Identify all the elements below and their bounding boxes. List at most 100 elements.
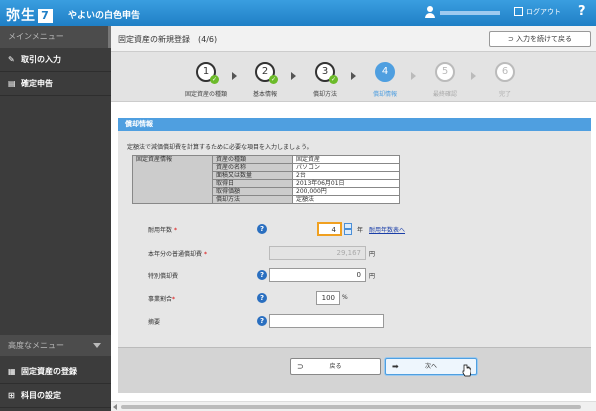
step-6: 6 完了: [477, 52, 533, 102]
business-ratio-row: 事業割合* ? 100 %: [118, 290, 591, 306]
user-icon[interactable]: [425, 6, 435, 18]
step-label: 固定資産の種類: [184, 91, 227, 98]
horizontal-scrollbar[interactable]: [111, 401, 596, 411]
useful-life-spinner[interactable]: [344, 223, 352, 235]
return-button[interactable]: ⊃ 入力を続けて戻る: [489, 31, 591, 47]
top-bar: 弥生 7 やよいの白色申告 ログアウト ?: [0, 0, 596, 26]
info-value: 2013年06月01日: [292, 179, 400, 188]
page-header: 固定資産の新規登録 (4/6) ⊃ 入力を続けて戻る: [111, 26, 596, 52]
useful-life-input[interactable]: 4: [317, 222, 342, 236]
sidebar-advanced-label: 高度なメニュー: [8, 341, 64, 350]
info-value: 固定資産: [292, 155, 400, 164]
scroll-thumb[interactable]: [121, 405, 581, 409]
special-depreciation-input[interactable]: 0: [269, 268, 366, 282]
info-value: 定額法: [292, 195, 400, 204]
scroll-left-icon[interactable]: [113, 404, 117, 410]
page-title: 固定資産の新規登録 (4/6): [118, 35, 218, 44]
step-number: 5: [435, 62, 455, 82]
help-icon[interactable]: ?: [257, 293, 267, 303]
help-icon[interactable]: ?: [257, 224, 267, 234]
panel-footer: ⊃ 戻る ➡ 次へ: [118, 347, 591, 393]
useful-life-table-link[interactable]: 耐用年数表へ: [369, 225, 405, 234]
special-depreciation-unit: 円: [369, 273, 376, 280]
info-value: 200,000円: [292, 187, 400, 196]
required-mark: *: [173, 227, 177, 234]
business-ratio-input[interactable]: 100: [316, 291, 340, 305]
memo-input[interactable]: [269, 314, 384, 328]
sidebar-item-label: 取引の入力: [21, 55, 61, 64]
sidebar-advanced-header[interactable]: 高度なメニュー: [0, 335, 111, 356]
panel-description: 定額法で減価償却費を計算するために必要な項目を入力しましょう。: [127, 144, 313, 151]
memo-label: 摘要: [148, 319, 161, 326]
step-label: 基本情報: [252, 91, 277, 98]
logout-label: ログアウト: [526, 8, 561, 16]
info-value: 2台: [292, 171, 400, 180]
panel-title: 償却情報: [118, 118, 591, 131]
check-icon: ✓: [210, 75, 219, 84]
chevron-down-icon: [93, 343, 101, 348]
sidebar-item-fixed-assets[interactable]: ▦ 固定資産の登録: [0, 360, 111, 384]
step-4: 4 償却情報: [357, 52, 413, 102]
business-ratio-label: 事業割合*: [148, 296, 176, 303]
info-label: 資産の名称: [212, 163, 293, 172]
sidebar: メインメニュー ✎ 取引の入力 ▤ 確定申告 高度なメニュー ▦ 固定資産の登録 ⊞ 科…: [0, 26, 111, 411]
special-depreciation-label: 特別償却費: [148, 273, 179, 280]
normal-depreciation-label: 本年分の普通償却費 *: [148, 251, 207, 258]
main-content: 償却情報 定額法で減価償却費を計算するために必要な項目を入力しましょう。 固定資…: [111, 103, 596, 401]
document-icon: ▤: [8, 79, 16, 88]
info-label: 面積又は数量: [212, 171, 293, 180]
logo-text: 弥生: [6, 8, 36, 24]
return-button-label: 入力を続けて戻る: [516, 35, 573, 43]
normal-depreciation-input: 29,167: [269, 246, 366, 260]
step-arrow-icon: [471, 72, 476, 80]
required-mark: *: [172, 296, 176, 303]
step-arrow-icon: [411, 72, 416, 80]
help-icon[interactable]: ?: [257, 316, 267, 326]
step-number: 4: [375, 62, 395, 82]
step-3: 3 ✓ 償却方法: [297, 52, 353, 102]
step-number: 6: [495, 62, 515, 82]
sidebar-item-tax-return[interactable]: ▤ 確定申告: [0, 72, 111, 96]
app-name: やよいの白色申告: [68, 11, 141, 21]
building-icon: ▦: [8, 367, 16, 376]
sidebar-item-label: 固定資産の登録: [21, 367, 77, 376]
logo-mark: 7: [38, 9, 53, 23]
app-logo: 弥生 7: [6, 5, 53, 25]
info-label: 資産の種類: [212, 155, 293, 164]
user-name: [440, 11, 500, 15]
back-button-label: 戻る: [329, 363, 342, 370]
normal-depreciation-row: 本年分の普通償却費 * 29,167 円: [118, 245, 591, 261]
useful-life-row: 耐用年数 * ? 4 年 耐用年数表へ: [118, 221, 591, 237]
info-value: パソコン: [292, 163, 400, 172]
sidebar-item-label: 確定申告: [21, 79, 53, 88]
step-2: 2 ✓ 基本情報: [237, 52, 293, 102]
step-label: 償却情報: [372, 91, 397, 98]
help-icon[interactable]: ?: [257, 270, 267, 280]
info-label: 取得価額: [212, 187, 293, 196]
sidebar-item-label: 科目の設定: [21, 391, 61, 400]
check-icon: ✓: [269, 75, 278, 84]
sidebar-item-accounts[interactable]: ⊞ 科目の設定: [0, 384, 111, 408]
required-mark: *: [203, 251, 207, 258]
step-5: 5 最終確認: [417, 52, 473, 102]
asset-info-group-label: 固定資産情報: [132, 155, 213, 204]
normal-depreciation-unit: 円: [369, 251, 376, 258]
back-button[interactable]: ⊃ 戻る: [290, 358, 381, 375]
asset-info-table: 固定資産情報 資産の種類 固定資産 資産の名称 パソコン 面積又は数量 2台 取…: [132, 155, 400, 204]
depreciation-panel: 償却情報 定額法で減価償却費を計算するために必要な項目を入力しましょう。 固定資…: [118, 118, 591, 393]
step-arrow-icon: [291, 72, 296, 80]
sidebar-item-transactions[interactable]: ✎ 取引の入力: [0, 48, 111, 72]
step-1: 1 ✓ 固定資産の種類: [178, 52, 234, 102]
step-arrow-icon: [351, 72, 356, 80]
logout-icon: [514, 7, 523, 16]
step-label: 償却方法: [312, 91, 337, 98]
help-button[interactable]: ?: [578, 4, 586, 19]
pencil-icon: ✎: [8, 55, 15, 64]
step-label: 最終確認: [432, 91, 457, 98]
memo-row: 摘要 ?: [118, 313, 591, 329]
info-label: 償却方法: [212, 195, 293, 204]
info-label: 取得日: [212, 179, 293, 188]
logout-button[interactable]: ログアウト: [514, 7, 561, 17]
tree-icon: ⊞: [8, 391, 15, 400]
useful-life-label: 耐用年数 *: [148, 227, 177, 234]
